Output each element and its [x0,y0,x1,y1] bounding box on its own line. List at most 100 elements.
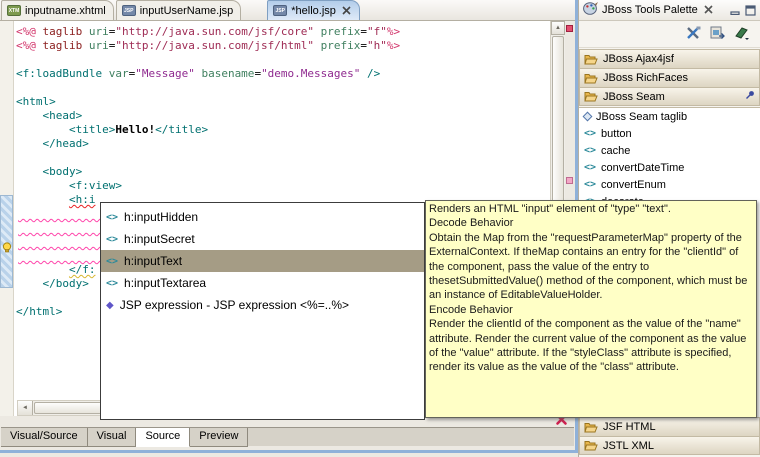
palette-item-label: convertDateTime [601,162,684,174]
tag-icon: <> [106,212,118,223]
code-token: </title> [155,123,208,136]
palette-item-label: cache [601,145,630,157]
palette-item-jboss-seam-taglib[interactable]: JBoss Seam taglib [579,108,760,125]
palette-icon [583,2,598,18]
code-token [16,123,69,136]
code-line: <%@ taglib uri="http://java.sun.com/jsf/… [16,39,550,53]
code-line [16,81,550,95]
warning-icon [2,242,12,256]
code-line: <body> [16,165,550,179]
palette-item-label: convertEnum [601,179,666,191]
code-token: </html> [16,305,62,318]
palette-group-jsf-html[interactable]: JSF HTML [579,417,760,436]
code-token: uri [89,25,109,38]
close-tab-icon[interactable] [342,6,352,16]
code-token: "http://java.sun.com/jsf/core" [115,25,314,38]
editor-bottom-bar: Visual/SourceVisualSourcePreview [0,416,575,450]
palette-group-jboss-seam[interactable]: JBoss Seam [579,87,760,106]
hidden-error-squiggle [18,249,104,262]
code-token: basename [195,67,255,80]
palette-item-label: JBoss Seam taglib [596,111,687,123]
code-token: <f:view> [69,179,122,192]
mode-tab-visual-source[interactable]: Visual/Source [1,428,88,447]
palette-close-icon[interactable] [704,5,714,15]
mode-tab-visual[interactable]: Visual [88,428,137,447]
palette-item-convertdatetime[interactable]: <>convertDateTime [579,159,760,176]
code-token: Hello! [115,123,155,136]
palette-item-button[interactable]: <>button [579,125,760,142]
code-token [16,179,69,192]
code-token: <head> [43,109,83,122]
jsp-file-icon: JSP [273,5,287,16]
tooltip-text-line: Render the clientId of the component as … [429,317,753,375]
code-token: taglib [43,25,89,38]
xhtml-file-icon: XTM [7,5,21,16]
maximize-view-button[interactable] [745,5,756,16]
tag-icon: <> [106,278,118,289]
palette-item-label: button [601,128,632,140]
ide-window: XTMinputname.xhtmlJSPinputUserName.jspJS… [0,0,760,457]
mode-tab-source[interactable]: Source [136,428,190,447]
code-line: </head> [16,137,550,151]
mode-tab-preview[interactable]: Preview [190,428,248,447]
editor-tab-bar: XTMinputname.xhtmlJSPinputUserName.jspJS… [0,0,575,21]
completion-item-label: JSP expression - JSP expression <%=..%> [120,298,349,312]
completion-item-hinputText[interactable]: <>h:inputText [101,250,424,272]
code-line: <html> [16,95,550,109]
palette-group-jboss-richfaces[interactable]: JBoss RichFaces [579,68,760,87]
editor-tab-inputUserNamejsp[interactable]: JSP inputUserName.jsp [116,0,242,20]
tag-icon: <> [106,234,118,245]
code-token: </head> [43,137,89,150]
code-token: "f" [367,25,387,38]
code-token: prefix [314,39,360,52]
editor-tab-label: inputname.xhtml [25,5,106,17]
completion-item-hinputTextarea[interactable]: <>h:inputTextarea [101,272,424,294]
code-token [16,109,43,122]
code-completion-popup[interactable]: <> h:inputHidden <> h:inputSecret <>h:inputT… [100,202,425,420]
import-icon[interactable] [710,26,725,43]
palette-group-jboss-ajax4jsf[interactable]: JBoss Ajax4jsf [579,49,760,68]
palette-tools-icon[interactable] [686,26,701,43]
code-token [16,137,43,150]
palette-menu-icon[interactable] [734,26,750,43]
palette-group-jstl-xml[interactable]: JSTL XML [579,436,760,455]
completion-item-JSP[interactable]: ◆JSP expression - JSP expression <%=..%> [101,294,424,316]
scroll-up-button[interactable]: ▲ [551,21,565,35]
code-token [16,263,69,276]
code-token: <f:loadBundle [16,67,109,80]
editor-tab-label: *hello.jsp [291,5,336,17]
code-token: uri [89,39,109,52]
code-token: </f: [69,263,96,276]
editor-tab-label: inputUserName.jsp [140,5,234,17]
code-line: <f:view> [16,179,550,193]
code-token [16,277,43,290]
palette-title-bar: JBoss Tools Palette [579,0,760,21]
palette-group-label: JSTL XML [603,440,654,452]
completion-item-label: h:inputSecret [124,232,195,246]
pin-icon[interactable] [745,90,755,103]
completion-doc-tooltip: Renders an HTML "input" element of "type… [425,200,757,418]
error-marker[interactable] [566,25,573,32]
palette-group-label: JBoss Ajax4jsf [603,53,674,65]
editor-tab-inputnamexhtml[interactable]: XTM inputname.xhtml [1,0,114,20]
code-line: <f:loadBundle var="Message" basename="de… [16,67,550,81]
open-folder-icon [584,91,598,102]
tooltip-text-line: Encode Behavior [429,303,753,317]
palette-groups: JBoss Ajax4jsf JBoss RichFaces JBoss Seam [579,49,760,106]
palette-item-cache[interactable]: <>cache [579,142,760,159]
palette-item-convertenum[interactable]: <>convertEnum [579,176,760,193]
jsp-file-icon: JSP [122,5,136,16]
warning-marker[interactable] [566,177,573,184]
hidden-error-squiggle [18,235,104,248]
completion-item-hinputHidden[interactable]: <> h:inputHidden [101,206,424,228]
tag-icon: <> [106,256,118,267]
completion-item-label: h:inputHidden [124,210,198,224]
annotation-ruler[interactable] [0,21,14,416]
scroll-left-button[interactable]: ◄ [18,401,33,415]
editor-tab-hellojsp[interactable]: JSP *hello.jsp [267,0,360,20]
completion-item-hinputSecret[interactable]: <> h:inputSecret [101,228,424,250]
code-token: </body> [43,277,89,290]
palette-group-label: JBoss RichFaces [603,72,688,84]
minimize-view-button[interactable] [730,5,741,16]
code-token: <%@ [16,39,43,52]
